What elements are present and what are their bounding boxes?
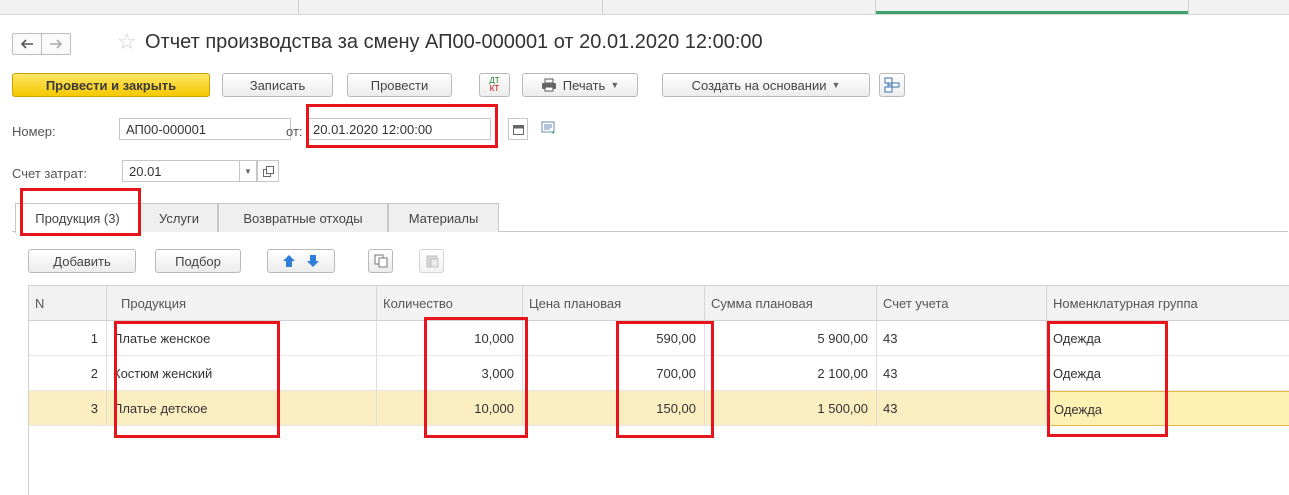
active-window-indicator	[876, 11, 1188, 14]
star-icon[interactable]: ☆	[117, 30, 137, 54]
item-group-cell[interactable]: Одежда	[1047, 321, 1289, 356]
quantity-cell[interactable]: 10,000	[377, 391, 523, 426]
price-cell[interactable]: 150,00	[523, 391, 705, 426]
arrow-down-icon[interactable]	[306, 254, 320, 268]
item-group-cell[interactable]: Одежда	[1047, 391, 1289, 426]
account-field[interactable]: 20.01	[122, 160, 240, 182]
product-cell[interactable]: Платье женское	[107, 321, 377, 356]
structure-button[interactable]	[879, 73, 905, 97]
save-button[interactable]: Записать	[222, 73, 333, 97]
add-button[interactable]: Добавить	[28, 249, 136, 273]
sum-cell[interactable]: 5 900,00	[705, 321, 877, 356]
number-label: Номер:	[12, 124, 56, 139]
table-row[interactable]: 1 Платье женское 10,000 590,00 5 900,00 …	[29, 321, 1289, 356]
chevron-down-icon: ▼	[610, 80, 620, 90]
copy-icon	[374, 254, 387, 268]
dt-kt-button[interactable]: ДТ КТ	[479, 73, 510, 97]
row-number: 2	[29, 356, 107, 391]
calendar-icon	[512, 124, 524, 135]
copy-button[interactable]	[368, 249, 393, 273]
quantity-cell[interactable]: 10,000	[377, 321, 523, 356]
sum-cell[interactable]: 2 100,00	[705, 356, 877, 391]
move-buttons[interactable]	[267, 249, 335, 273]
account-cell[interactable]: 43	[877, 356, 1047, 391]
tab-materials[interactable]: Материалы	[388, 203, 499, 232]
col-planned-sum[interactable]: Сумма плановая	[705, 286, 877, 321]
create-based-on-button[interactable]: Создать на основании ▼	[662, 73, 870, 97]
price-cell[interactable]: 700,00	[523, 356, 705, 391]
printer-icon	[541, 78, 556, 92]
print-label: Печать	[562, 77, 606, 93]
price-cell[interactable]: 590,00	[523, 321, 705, 356]
forward-button[interactable]	[41, 33, 71, 55]
account-label: Счет затрат:	[12, 166, 87, 181]
chevron-down-icon: ▼	[831, 80, 841, 90]
col-planned-price[interactable]: Цена плановая	[523, 286, 705, 321]
print-button[interactable]: Печать ▼	[522, 73, 638, 97]
kt-label: КТ	[489, 84, 500, 93]
post-button[interactable]: Провести	[347, 73, 452, 97]
create-based-on-label: Создать на основании	[691, 77, 827, 93]
calendar-button[interactable]	[508, 118, 528, 140]
account-cell[interactable]: 43	[877, 391, 1047, 426]
account-cell[interactable]: 43	[877, 321, 1047, 356]
product-cell[interactable]: Костюм женский	[107, 356, 377, 391]
open-icon	[262, 165, 274, 177]
pick-button[interactable]: Подбор	[155, 249, 241, 273]
arrow-left-icon	[20, 39, 33, 49]
col-item-group[interactable]: Номенклатурная группа	[1047, 286, 1289, 321]
structure-icon	[884, 77, 900, 93]
col-n[interactable]: N	[29, 286, 107, 321]
col-product[interactable]: Продукция	[107, 286, 377, 321]
arrow-right-icon	[50, 39, 63, 49]
date-label: от:	[286, 124, 303, 139]
date-field[interactable]: 20.01.2020 12:00:00	[306, 118, 491, 140]
tab-products[interactable]: Продукция (3)	[15, 203, 140, 233]
tab-services[interactable]: Услуги	[140, 203, 218, 232]
page-title: Отчет производства за смену АП00-000001 …	[145, 31, 763, 53]
product-cell[interactable]: Платье детское	[107, 391, 377, 426]
quantity-cell[interactable]: 3,000	[377, 356, 523, 391]
sum-cell[interactable]: 1 500,00	[705, 391, 877, 426]
post-and-close-button[interactable]: Провести и закрыть	[12, 73, 210, 97]
row-number: 1	[29, 321, 107, 356]
arrow-up-icon[interactable]	[282, 254, 296, 268]
chevron-down-icon[interactable]: ▼	[239, 160, 257, 182]
table-header: N Продукция Количество Цена плановая Сум…	[29, 286, 1289, 321]
item-group-cell[interactable]: Одежда	[1047, 356, 1289, 391]
open-button[interactable]	[257, 160, 279, 182]
top-tab-strip	[0, 0, 1289, 15]
table-row[interactable]: 2 Костюм женский 3,000 700,00 2 100,00 4…	[29, 356, 1289, 391]
number-field[interactable]: АП00-000001	[119, 118, 291, 140]
table-row-selected[interactable]: 3 Платье детское 10,000 150,00 1 500,00 …	[29, 391, 1289, 426]
row-number: 3	[29, 391, 107, 426]
paste-button[interactable]	[419, 249, 444, 273]
comment-icon[interactable]	[541, 121, 557, 135]
col-account[interactable]: Счет учета	[877, 286, 1047, 321]
col-quantity[interactable]: Количество	[377, 286, 523, 321]
paste-icon	[426, 255, 438, 268]
products-table: N Продукция Количество Цена плановая Сум…	[28, 285, 1289, 495]
tab-return-waste[interactable]: Возвратные отходы	[218, 203, 388, 232]
back-button[interactable]	[12, 33, 42, 55]
